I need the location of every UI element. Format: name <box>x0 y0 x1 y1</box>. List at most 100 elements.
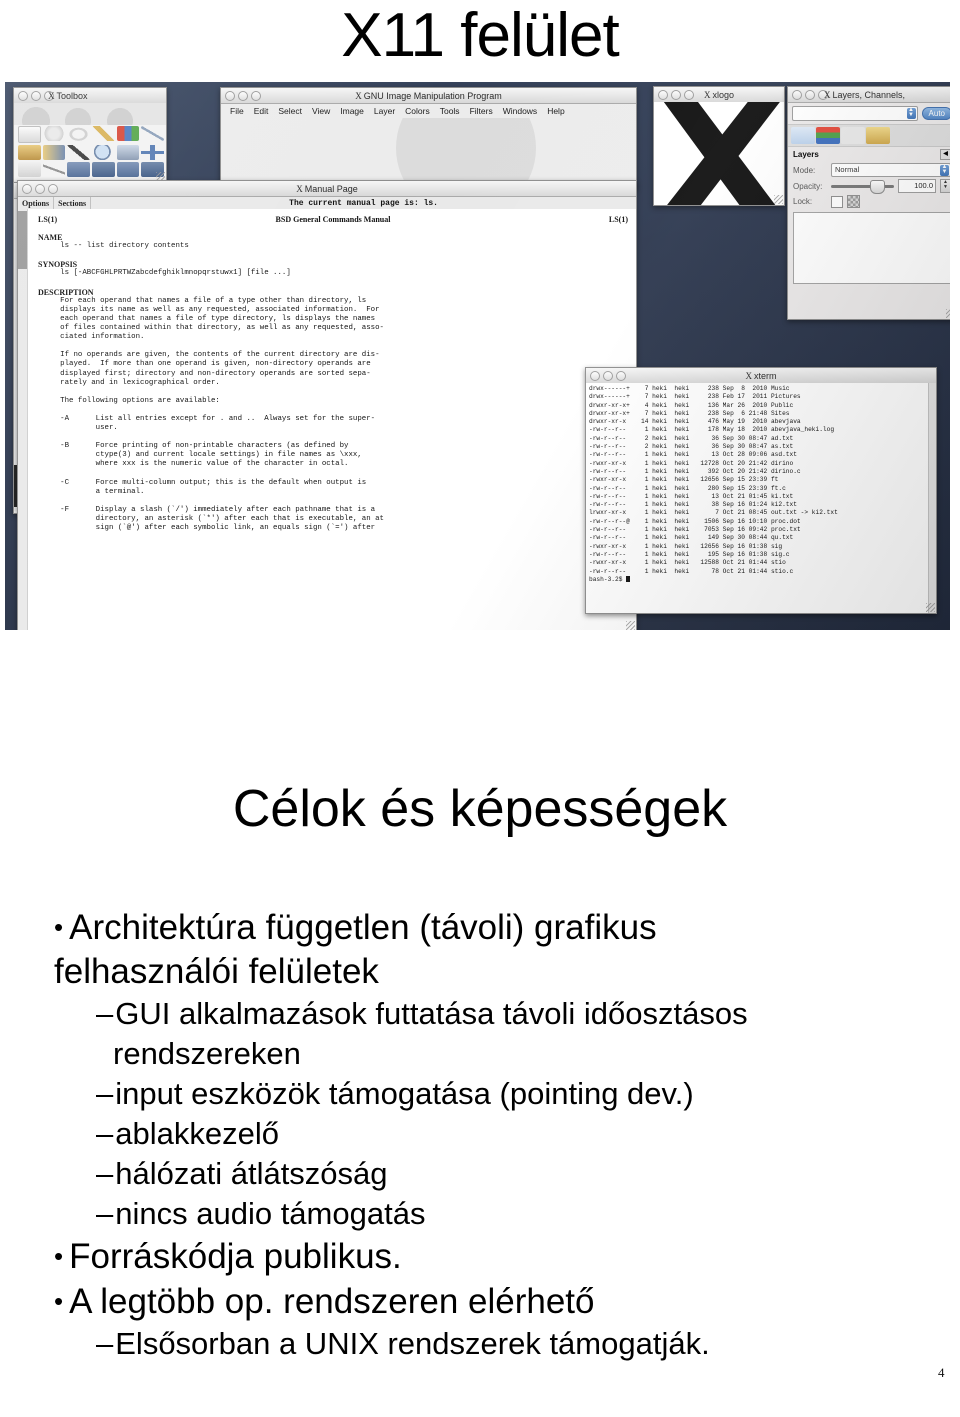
sub-1-text: GUI alkalmazások futtatása távoli időosz… <box>115 996 748 1031</box>
magic-wand-icon[interactable] <box>91 126 115 141</box>
color-picker-icon[interactable] <box>67 145 90 160</box>
gimp-menubar[interactable]: File Edit Select View Image Layer Colors… <box>221 104 636 119</box>
menu-image[interactable]: Image <box>335 106 369 116</box>
bullet-1-continuation: felhasználói felületek <box>54 952 379 991</box>
x-icon: X <box>703 89 711 100</box>
zoom-icon[interactable] <box>91 145 115 160</box>
mode-row[interactable]: Mode: Normal ▲ ▼ <box>788 162 950 178</box>
manual-text-line <box>38 388 628 397</box>
menu-windows[interactable]: Windows <box>498 106 542 116</box>
panel-menu-icon[interactable]: ◀ <box>940 149 950 160</box>
channels-tab-icon[interactable] <box>816 127 840 144</box>
scrollbar-thumb[interactable] <box>18 211 27 269</box>
align-icon[interactable] <box>18 162 41 177</box>
move-icon[interactable] <box>141 145 164 160</box>
menu-view[interactable]: View <box>307 106 335 116</box>
undo-history-tab-icon[interactable] <box>866 127 890 144</box>
xlogo-title: Xxlogo <box>703 89 734 100</box>
image-selector-row[interactable]: ▲ ▼ Auto <box>788 103 950 124</box>
xterm-output[interactable]: drwx------+ 7 heki heki 238 Sep 8 2010 M… <box>586 383 936 613</box>
resize-handle[interactable] <box>926 603 935 612</box>
manual-page-window[interactable]: X Manual Page Options Sections The curren… <box>17 180 637 630</box>
close-button[interactable] <box>18 90 28 101</box>
menu-help[interactable]: Help <box>542 106 569 116</box>
image-combo[interactable]: ▲ ▼ <box>792 106 918 121</box>
paths-tab-icon[interactable] <box>841 127 865 144</box>
menu-colors[interactable]: Colors <box>400 106 435 116</box>
manual-text-line: where xxx is the numeric value of the ch… <box>38 460 349 469</box>
opacity-value[interactable]: 100.0 <box>898 179 936 193</box>
dock-tabs[interactable] <box>788 124 950 147</box>
scale-icon[interactable] <box>91 162 115 177</box>
manual-text-line <box>38 433 628 442</box>
xterm-line: -rw-r--r-- 1 heki heki 178 May 18 2010 a… <box>589 426 835 434</box>
xterm-scrollbar[interactable] <box>928 383 936 613</box>
ellipse-select-icon[interactable] <box>42 126 66 141</box>
sub-item-4: –hálózati átlátszóság <box>96 1154 930 1194</box>
layers-channels-window[interactable]: X Layers, Channels, ▲ ▼ Auto Layers ◀ Mo… <box>787 86 950 320</box>
manual-text-line: displayed first; directory and non-direc… <box>38 369 371 378</box>
xterm-line: -rw-r--r-- 1 heki heki 392 Oct 20 21:42 … <box>589 467 801 475</box>
minimize-button[interactable] <box>805 89 815 100</box>
window-controls[interactable] <box>788 89 828 100</box>
close-button[interactable] <box>792 89 802 100</box>
layers-tab-icon[interactable] <box>791 127 815 144</box>
toolbox-tool-grid[interactable] <box>18 126 164 177</box>
menu-layer[interactable]: Layer <box>369 106 400 116</box>
rotate-icon[interactable] <box>67 162 90 177</box>
manual-text-line: played. If more than one operand is give… <box>38 360 371 369</box>
sub-item-3: –ablakkezelő <box>96 1114 930 1154</box>
gradient-icon[interactable] <box>42 145 66 160</box>
manual-scrollbar[interactable] <box>18 209 28 630</box>
xterm-line: drwx------+ 7 heki heki 238 Sep 8 2010 M… <box>589 385 790 392</box>
resize-handle[interactable] <box>626 621 635 630</box>
resize-handle[interactable] <box>946 309 950 318</box>
slider-handle[interactable] <box>870 180 886 194</box>
xlogo-window[interactable]: Xxlogo <box>653 86 785 206</box>
by-color-select-icon[interactable] <box>116 126 140 141</box>
chevron-updown-icon[interactable]: ▲ ▼ <box>906 107 916 119</box>
manual-spacer <box>38 279 628 288</box>
layers-titlebar[interactable]: X Layers, Channels, <box>788 87 950 103</box>
gimp-titlebar[interactable]: X GNU Image Manipulation Program <box>221 88 636 104</box>
x-icon: X <box>824 89 831 100</box>
resize-handle[interactable] <box>774 195 783 204</box>
gimp-main-window[interactable]: X GNU Image Manipulation Program File Edi… <box>220 87 637 189</box>
manual-text-line: -C Force multi-column output; this is th… <box>38 478 367 487</box>
gimp-canvas[interactable] <box>221 118 636 188</box>
manual-text-line <box>38 406 628 415</box>
chevron-updown-icon[interactable]: ▲ ▼ <box>940 164 949 176</box>
free-select-icon[interactable] <box>67 126 90 141</box>
bullet-1-text: Architektúra független (távoli) grafikus <box>69 908 657 947</box>
crop-icon[interactable] <box>42 162 66 177</box>
opacity-row[interactable]: Opacity: 100.0 ▲ ▼ <box>788 178 950 194</box>
manual-titlebar[interactable]: X Manual Page <box>18 181 636 197</box>
manual-text-line <box>38 470 628 479</box>
xterm-titlebar[interactable]: Xxterm <box>586 368 936 384</box>
lock-row[interactable]: Lock: <box>788 194 950 209</box>
opacity-slider[interactable] <box>831 180 894 194</box>
xterm-window[interactable]: Xxterm drwx------+ 7 heki heki 238 Sep 8… <box>585 367 937 614</box>
bucket-fill-icon[interactable] <box>18 145 41 160</box>
menu-edit[interactable]: Edit <box>249 106 274 116</box>
layers-list[interactable] <box>793 212 950 284</box>
rect-select-icon[interactable] <box>18 126 41 143</box>
xlogo-titlebar[interactable]: Xxlogo <box>654 87 784 103</box>
menu-file[interactable]: File <box>225 106 249 116</box>
xterm-line: -rw-r--r-- 1 heki heki 195 Sep 16 01:38 … <box>589 550 790 558</box>
shear-icon[interactable] <box>116 162 140 177</box>
toolbox-titlebar[interactable]: X Toolbox <box>14 88 166 104</box>
minimize-button[interactable] <box>31 90 41 101</box>
lock-pixels-checkbox[interactable] <box>831 195 843 208</box>
menu-filters[interactable]: Filters <box>465 106 498 116</box>
auto-button[interactable]: Auto <box>921 107 950 120</box>
opacity-stepper[interactable]: ▲ ▼ <box>940 179 950 193</box>
manual-section-heading: SYNOPSIS <box>38 260 78 270</box>
mode-select[interactable]: Normal ▲ ▼ <box>831 163 950 177</box>
measure-icon[interactable] <box>116 145 140 160</box>
scissors-select-icon[interactable] <box>141 126 164 141</box>
lock-alpha-icon[interactable] <box>847 195 860 208</box>
gimp-toolbox-window[interactable]: X Toolbox <box>13 87 167 183</box>
menu-tools[interactable]: Tools <box>435 106 465 116</box>
menu-select[interactable]: Select <box>273 106 307 116</box>
